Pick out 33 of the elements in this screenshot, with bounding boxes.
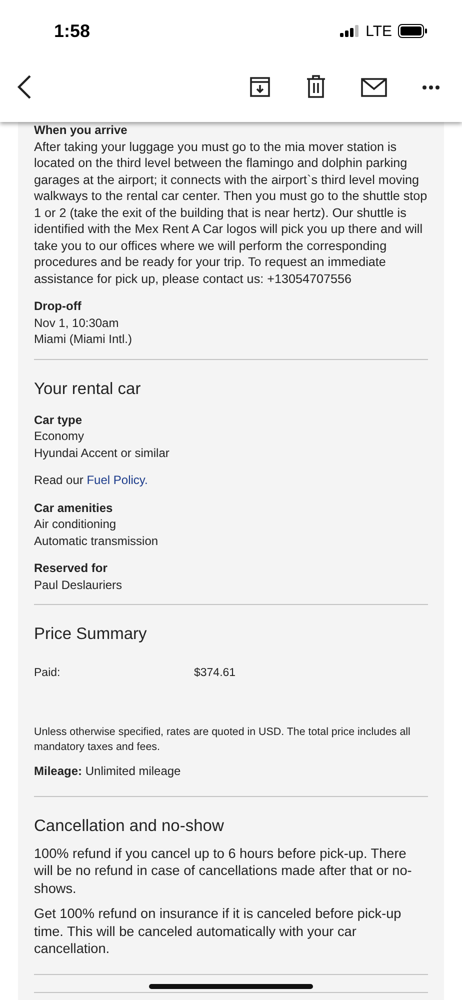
battery-icon	[398, 24, 428, 38]
arrival-instructions: After taking your luggage you must go to the mia mover station is located on the third level between the flamingo and dolphin parking garages at the airport; it connects with the airport`s third level moving walkways to the rental car center. Then you must go to the shuttle stop 1 or 2 (take the exit of the building that is near hertz). Our shuttle is identified with the Mex Rent A Car logos will pick you up there and will take you to our offices where we will perform the corresponding procedures and be ready for your trip. To request an immediate assistance for pick up, please contact us: +13054707556	[34, 138, 428, 287]
field-label: Reserved for	[34, 560, 108, 576]
status-time: 1:58	[54, 20, 92, 42]
signal-icon	[340, 25, 360, 37]
delete-icon[interactable]	[306, 75, 326, 99]
field-value: Air conditioning	[34, 516, 118, 532]
field-value: Nov 1, 10:30am	[34, 314, 120, 331]
fuel-policy-note: Read our Fuel Policy.	[34, 472, 149, 488]
cancellation-policy: Get 100% refund on insurance if it is canceled before pick-up time. This will be canceled automatically with your car cancellation.	[34, 905, 402, 958]
field-value: Paul Deslauriers	[34, 576, 124, 593]
field-value: Miami (Miami Intl.)	[34, 331, 133, 348]
section-title: Price Summary	[34, 624, 148, 645]
archive-icon[interactable]	[249, 76, 271, 98]
field-value: Automatic transmission	[34, 532, 160, 549]
mileage-info: Mileage: Unlimited mileage	[34, 763, 182, 780]
price-value: $374.61	[194, 666, 236, 681]
price-disclaimer: Unless otherwise specified, rates are quoted in USD. The total price includes all mandatory taxes and fees.	[34, 725, 412, 754]
back-icon[interactable]	[16, 74, 32, 100]
mail-icon[interactable]	[361, 78, 387, 96]
field-label: When you arrive	[34, 122, 128, 138]
section-title: Cancellation and no-show	[34, 816, 225, 836]
cancellation-policy: 100% refund if you cancel up to 6 hours before pick-up. There will be no refund in case of cancellations made after that or no-shows.	[34, 844, 413, 898]
field-label: Car type	[34, 412, 84, 428]
field-value: Hyundai Accent or similar	[34, 444, 170, 461]
more-icon[interactable]	[422, 84, 440, 90]
field-value: Economy	[34, 428, 86, 444]
price-label: Paid:	[34, 666, 62, 681]
field-label: Drop-off	[34, 298, 82, 314]
field-label: Car amenities	[34, 500, 114, 516]
section-title: Your rental car	[34, 378, 142, 400]
network-type: LTE	[366, 22, 392, 40]
fuel-policy-link[interactable]: Fuel Policy.	[86, 473, 148, 487]
